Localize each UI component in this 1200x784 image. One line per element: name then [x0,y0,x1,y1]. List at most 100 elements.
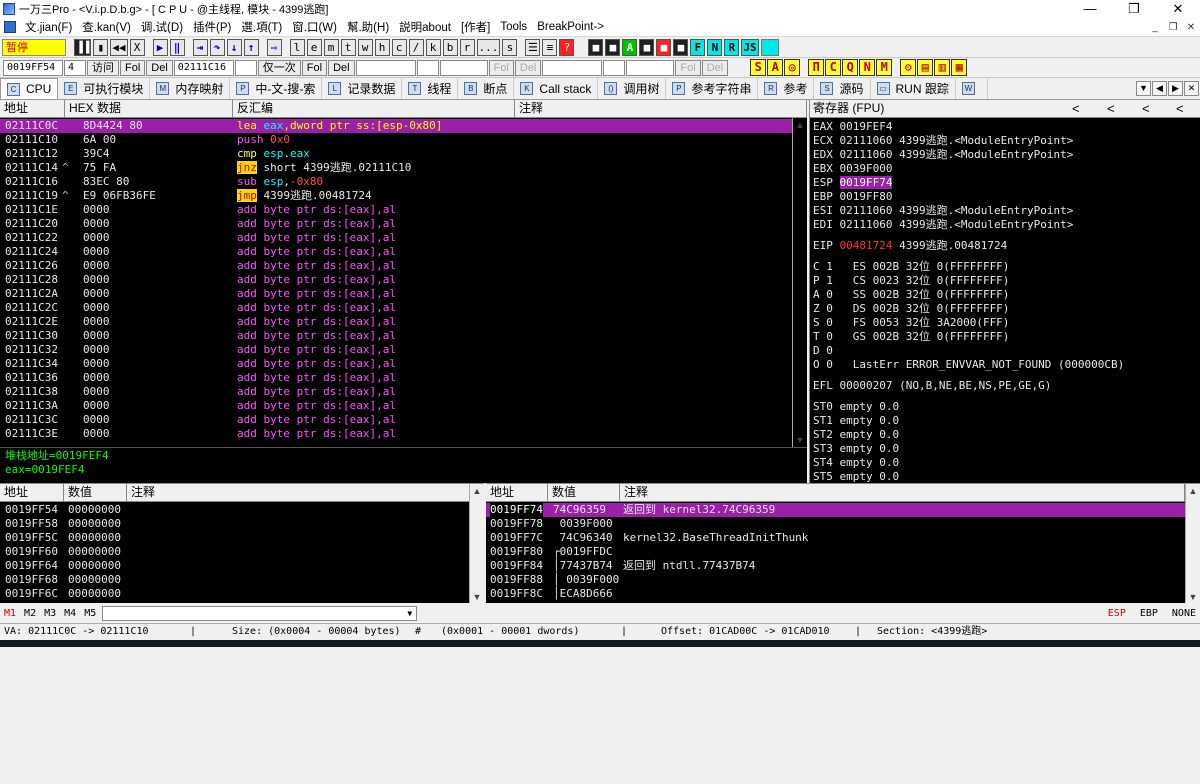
tab-close-icon[interactable]: ✕ [1184,81,1199,96]
stack-row[interactable]: 0019FF80 ┌0019FFDC [486,545,1185,559]
register-line[interactable]: EIP 00481724 4399逃跑.00481724 [813,239,1007,253]
mdi-restore-button[interactable]: ❐ [1164,22,1182,33]
plugin-button-a[interactable]: A [622,38,638,56]
m4-button[interactable]: M4 [60,608,80,619]
run-trace-button[interactable]: ... [476,38,501,56]
minimize-button[interactable]: — [1068,1,1112,17]
scroll-down-icon[interactable]: ▼ [470,590,484,603]
plugin-button-blank[interactable] [760,38,779,56]
tab-scroll-right-icon[interactable]: ▶ [1168,81,1183,96]
open-folder-button[interactable]: ▮ [93,38,109,56]
disasm-row[interactable]: 02111C2C 0000 add byte ptr ds:[eax],al [0,301,807,315]
mdi-close-button[interactable]: ✕ [1182,22,1200,33]
breakpoints-button[interactable]: b [442,38,458,56]
disasm-row[interactable]: 02111C10 6A 00 push 0x0 [0,133,807,147]
tab-dropdown-icon[interactable]: ▼ [1136,81,1151,96]
menu-window[interactable]: 窗.口(W) [288,19,343,35]
disasm-row[interactable]: 02111C36 0000 add byte ptr ds:[eax],al [0,371,807,385]
stack-pane[interactable]: 地址 数值 注释 0019FF74 74C96359 返回到 kernel32.74… [486,483,1200,603]
dump-col-address[interactable]: 地址 [0,484,64,502]
close-debuggee-button[interactable]: X [129,38,145,56]
register-line[interactable]: T 0 GS 002B 32位 0(FFFFFFFF) [813,330,1009,344]
register-line[interactable]: ST1 empty 0.0 [813,414,899,428]
register-line[interactable]: EDI 02111060 4399逃跑.<ModuleEntryPoint> [813,218,1073,232]
disasm-row[interactable]: 02111C26 0000 add byte ptr ds:[eax],al [0,259,807,273]
stack-row[interactable]: 0019FF8C │ECA8D666 [486,587,1185,601]
plugin-button-2[interactable]: ■ [605,38,621,56]
disasm-row[interactable]: 02111C19 ^ E9 06FB36FE jmp 4399逃跑.00481724 [0,189,807,203]
dump-row[interactable]: 0019FF6C 00000000 [0,587,469,601]
m1-button[interactable]: M1 [0,608,20,619]
disasm-row[interactable]: 02111C0C 8D4424 80 lea eax,dword ptr ss:[e… [0,119,807,133]
menu-view[interactable]: 查.kan(V) [78,19,137,35]
s-button[interactable]: S [750,59,767,76]
log-window-button[interactable]: l [289,38,305,56]
register-line[interactable]: S 0 FS 0053 32位 3A2000(FFF) [813,316,1009,330]
once-button[interactable]: 仅一次 [257,59,301,76]
prev-icon[interactable]: < [1107,100,1115,117]
call-stack-button[interactable]: k [425,38,441,56]
count-field-2[interactable] [234,59,257,76]
register-line[interactable]: ECX 02111060 4399逃跑.<ModuleEntryPoint> [813,134,1073,148]
disasm-row[interactable]: 02111C1E 0000 add byte ptr ds:[eax],al [0,203,807,217]
register-line[interactable]: ST0 empty 0.0 [813,400,899,414]
col-header-hex[interactable]: HEX 数据 [65,100,233,118]
dump-row[interactable]: 0019FF58 00000000 [0,517,469,531]
follow-button-3[interactable]: Fol [488,59,514,76]
pause-button[interactable]: ‖ [169,38,185,56]
delete-button-3[interactable]: Del [514,59,542,76]
m2-button[interactable]: M2 [20,608,40,619]
chevron-down-icon[interactable]: ▼ [403,607,416,620]
scroll-up-icon[interactable]: ▲ [1186,484,1200,498]
scroll-up-icon[interactable]: ▲ [470,484,484,498]
run-button[interactable]: ▶ [152,38,168,56]
disassembly-pane[interactable]: 地址 HEX 数据 反汇编 注释 02111C0C 8D4424 80 lea ea… [0,100,807,447]
count-field-3[interactable] [416,59,439,76]
tab-strings[interactable]: P 参考字符串 [666,78,759,99]
cpu-button[interactable]: c [391,38,407,56]
stack-row[interactable]: 0019FF7C 74C96340 kernel32.BaseThreadInit… [486,531,1185,545]
menu-tools[interactable]: Tools [496,21,533,33]
prev-icon[interactable]: < [1176,100,1184,117]
register-line[interactable]: O 0 LastErr ERROR_ENVVAR_NOT_FOUND (0000… [813,358,1124,372]
mdi-minimize-button[interactable]: _ [1146,22,1164,33]
address-field-2[interactable]: 02111C16 [173,59,234,76]
dump-row[interactable]: 0019FF5C 00000000 [0,531,469,545]
step-over-button[interactable]: ↷ [209,38,225,56]
register-line[interactable]: Z 0 DS 002B 32位 0(FFFFFFFF) [813,302,1009,316]
menu-about[interactable]: 説明about [395,19,457,35]
delete-button-1[interactable]: Del [146,59,173,76]
disasm-row[interactable]: 02111C12 39C4 cmp esp.eax [0,147,807,161]
stack-row[interactable]: 0019FF78 0039F000 [486,517,1185,531]
windows-button[interactable]: w [357,38,373,56]
address-field-6[interactable] [626,59,675,76]
disasm-row[interactable]: 02111C16 83EC 80 sub esp,-0x80 [0,175,807,189]
follow-button-2[interactable]: Fol [301,59,328,76]
tab-search[interactable]: P 中-文-搜-索 [230,78,323,99]
tab-memory[interactable]: M 内存映射 [150,78,231,99]
disasm-row[interactable]: 02111C2A 0000 add byte ptr ds:[eax],al [0,287,807,301]
menu-author[interactable]: [作者] [457,19,496,35]
app-menu-icon[interactable] [4,21,16,33]
disasm-row[interactable]: 02111C3C 0000 add byte ptr ds:[eax],al [0,413,807,427]
menu-options[interactable]: 選.項(T) [237,19,288,35]
prev-icon[interactable]: < [1072,100,1080,117]
disasm-row[interactable]: 02111C2E 0000 add byte ptr ds:[eax],al [0,315,807,329]
register-line[interactable]: ESI 02111060 4399逃跑.<ModuleEntryPoint> [813,204,1073,218]
dump-row[interactable]: 0019FF64 00000000 [0,559,469,573]
tab-source[interactable]: S 源码 [814,78,871,99]
disasm-row[interactable]: 02111C22 0000 add byte ptr ds:[eax],al [0,231,807,245]
dump-col-comment[interactable]: 注释 [127,484,470,502]
disasm-row[interactable]: 02111C30 0000 add byte ptr ds:[eax],al [0,329,807,343]
stack-col-comment[interactable]: 注释 [620,484,1185,502]
disasm-row[interactable]: 02111C20 0000 add byte ptr ds:[eax],al [0,217,807,231]
col-header-address[interactable]: 地址 [0,100,65,118]
panel-icon-2[interactable]: ▥ [934,59,951,76]
disasm-row[interactable]: 02111C24 0000 add byte ptr ds:[eax],al [0,245,807,259]
m-button[interactable]: M [876,59,893,76]
disasm-row[interactable]: 02111C38 0000 add byte ptr ds:[eax],al [0,385,807,399]
address-field-3[interactable] [355,59,416,76]
step-into-button[interactable]: ⇥ [192,38,208,56]
tab-cpu[interactable]: C CPU [0,78,59,99]
dump-scrollbar[interactable]: ▲ ▼ [469,484,484,603]
